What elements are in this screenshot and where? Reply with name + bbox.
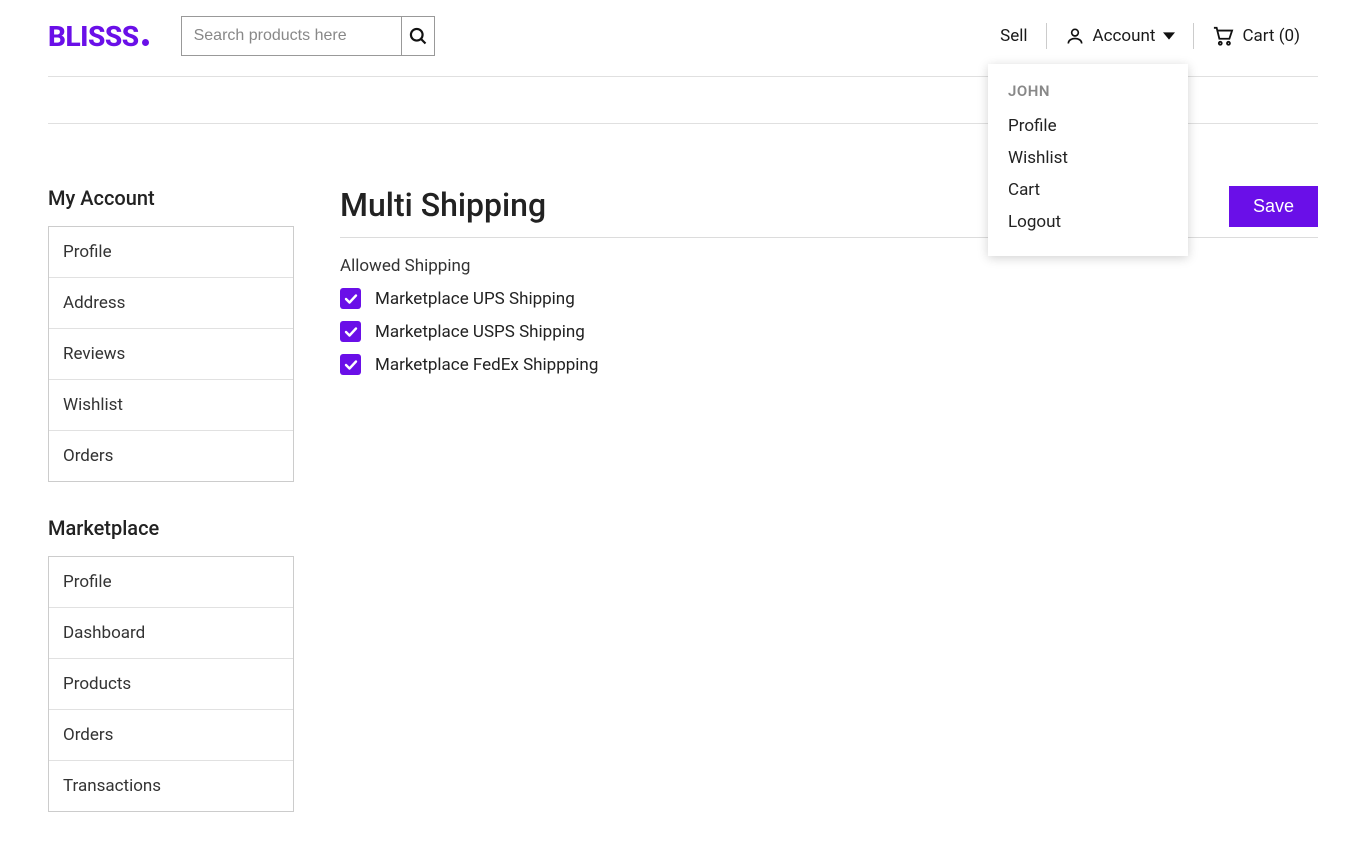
sidebar-list: Profile Address Reviews Wishlist Orders [48, 226, 294, 482]
page-body: My Account Profile Address Reviews Wishl… [28, 186, 1338, 846]
sidebar-item-wishlist[interactable]: Wishlist [49, 380, 293, 431]
page-title: Multi Shipping [340, 186, 546, 224]
caret-down-icon [1163, 30, 1175, 42]
sidebar-item-mp-dashboard[interactable]: Dashboard [49, 608, 293, 659]
person-icon [1065, 26, 1085, 46]
sidebar-item-orders[interactable]: Orders [49, 431, 293, 481]
shipping-option-row: Marketplace USPS Shipping [340, 321, 1318, 342]
account-dropdown: JOHN Profile Wishlist Cart Logout [988, 64, 1188, 256]
cart-icon [1212, 26, 1234, 46]
search-form [181, 16, 435, 56]
allowed-shipping-label: Allowed Shipping [340, 256, 1318, 276]
checkbox-fedex[interactable] [340, 354, 361, 375]
checkbox-ups[interactable] [340, 288, 361, 309]
sidebar-list: Profile Dashboard Products Orders Transa… [48, 556, 294, 812]
checkmark-icon [344, 325, 358, 339]
shipping-option-label: Marketplace UPS Shipping [375, 289, 575, 309]
sidebar-item-reviews[interactable]: Reviews [49, 329, 293, 380]
account-menu-logout[interactable]: Logout [1008, 206, 1168, 238]
shipping-option-label: Marketplace FedEx Shippping [375, 355, 598, 375]
header: BLISSS Sell Account [28, 0, 1338, 76]
brand-text: BLISSS [48, 20, 139, 53]
checkbox-usps[interactable] [340, 321, 361, 342]
shipping-option-label: Marketplace USPS Shipping [375, 322, 585, 342]
account-user-label: JOHN [1008, 82, 1168, 100]
account-label: Account [1093, 26, 1156, 46]
account-menu-wishlist[interactable]: Wishlist [1008, 142, 1168, 174]
header-right: Sell Account Cart (0) [982, 23, 1318, 49]
account-menu-cart[interactable]: Cart [1008, 174, 1168, 206]
sidebar-item-profile[interactable]: Profile [49, 227, 293, 278]
sell-link[interactable]: Sell [982, 26, 1045, 46]
search-icon [408, 26, 428, 46]
sidebar-heading: Marketplace [48, 516, 294, 540]
checkmark-icon [344, 358, 358, 372]
main-content: Multi Shipping Save Allowed Shipping Mar… [340, 186, 1318, 846]
save-button[interactable]: Save [1229, 186, 1318, 227]
cart-label: Cart (0) [1242, 26, 1300, 46]
account-menu-profile[interactable]: Profile [1008, 110, 1168, 142]
sell-label: Sell [1000, 26, 1027, 46]
sidebar-item-address[interactable]: Address [49, 278, 293, 329]
cart-link[interactable]: Cart (0) [1194, 26, 1318, 46]
sidebar-heading: My Account [48, 186, 294, 210]
sidebar-item-mp-profile[interactable]: Profile [49, 557, 293, 608]
sidebar: My Account Profile Address Reviews Wishl… [48, 186, 294, 846]
brand-dot-icon [142, 39, 149, 46]
sidebar-group-account: My Account Profile Address Reviews Wishl… [48, 186, 294, 482]
sidebar-item-mp-products[interactable]: Products [49, 659, 293, 710]
sidebar-item-mp-orders[interactable]: Orders [49, 710, 293, 761]
shipping-option-row: Marketplace UPS Shipping [340, 288, 1318, 309]
search-input[interactable] [181, 16, 401, 56]
shipping-option-row: Marketplace FedEx Shippping [340, 354, 1318, 375]
sidebar-item-mp-transactions[interactable]: Transactions [49, 761, 293, 811]
checkmark-icon [344, 292, 358, 306]
brand-logo[interactable]: BLISSS [48, 20, 149, 53]
account-menu-trigger[interactable]: Account [1047, 26, 1194, 46]
search-button[interactable] [401, 16, 435, 56]
